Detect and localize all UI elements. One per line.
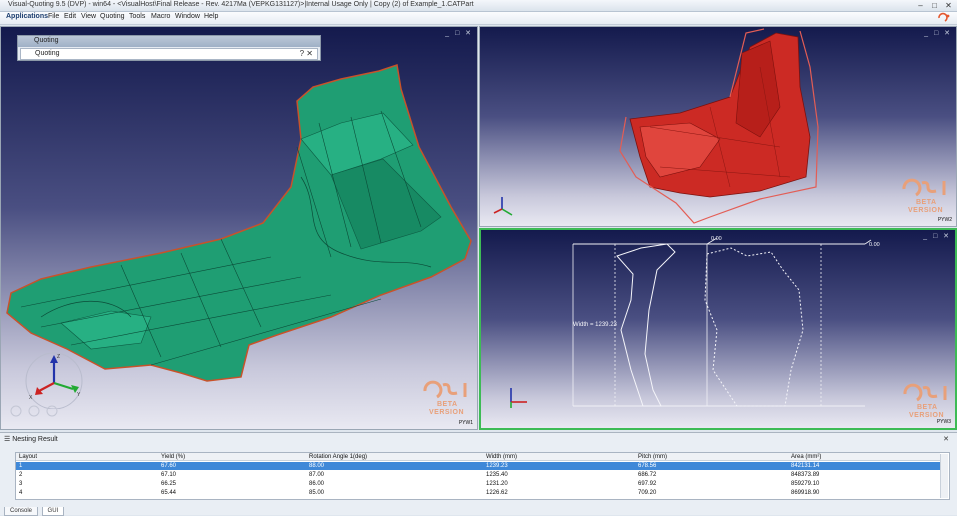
quoting-panel[interactable]: Quoting Quoting ? ✕: [17, 35, 321, 61]
menu-file[interactable]: File: [48, 13, 59, 20]
cell-yield: 65.44: [161, 490, 177, 496]
viewport-tag-right-top: PYW2: [937, 217, 952, 223]
menu-applications[interactable]: Applications: [6, 13, 48, 20]
menu-view[interactable]: View: [81, 13, 96, 20]
cell-yield: 67.60: [161, 463, 177, 469]
table-scrollbar[interactable]: [940, 454, 948, 498]
cell-pitch: 697.92: [638, 481, 657, 487]
cell-rotation: 85.00: [309, 490, 325, 496]
viewport-3d-right-top[interactable]: _ □ ✕ BETA VERSION PYW2: [479, 26, 957, 227]
dimension-top-right: 0.00: [869, 242, 880, 248]
watermark-version-text: VERSION: [429, 409, 465, 416]
watermark-beta-text: BETA: [917, 404, 938, 411]
nesting-result-table[interactable]: Layout Yield (%) Rotation Angle 1(deg) W…: [15, 452, 950, 500]
menu-bar: Applications File Edit View Quoting Tool…: [0, 12, 957, 25]
cell-rotation: 88.00: [309, 463, 325, 469]
watermark-beta-text: BETA: [916, 199, 937, 206]
cell-pitch: 678.56: [638, 463, 657, 469]
cell-layout: 2: [19, 472, 23, 478]
navigation-controls-icon[interactable]: [6, 397, 58, 423]
cell-yield: 67.10: [161, 472, 177, 478]
cell-area: 869918.90: [791, 490, 820, 496]
cell-width: 1231.20: [486, 481, 508, 487]
table-row[interactable]: 3 66.25 86.00 1231.20 697.92 859279.10: [16, 480, 940, 488]
nesting-layout-drawing[interactable]: 0.00 0.00 Width = 1239.23: [481, 230, 955, 428]
cell-layout: 3: [19, 481, 23, 487]
esi-watermark-logo-icon: [903, 383, 947, 402]
cell-layout: 4: [19, 490, 23, 496]
nesting-result-close-icon[interactable]: ✕: [943, 435, 949, 443]
nesting-result-title: ☰ Nesting Result: [4, 435, 58, 443]
menu-quoting[interactable]: Quoting: [100, 13, 125, 20]
minimize-button[interactable]: –: [914, 1, 927, 11]
watermark-beta-text: BETA: [437, 401, 458, 408]
table-row[interactable]: 1 67.60 88.00 1239.23 678.56 842131.14: [16, 462, 940, 471]
axis-triad-small[interactable]: [486, 191, 520, 221]
cell-area: 859279.10: [791, 481, 820, 487]
red-part-model[interactable]: [480, 27, 957, 227]
quoting-panel-row-label: Quoting: [35, 50, 60, 57]
col-header-layout[interactable]: Layout: [19, 453, 37, 461]
col-header-area[interactable]: Area (mm²): [791, 453, 821, 461]
cell-pitch: 686.72: [638, 472, 657, 478]
col-header-rotation[interactable]: Rotation Angle 1(deg): [309, 453, 367, 461]
cell-area: 842131.14: [791, 463, 820, 469]
cell-pitch: 709.20: [638, 490, 657, 496]
nesting-result-panel: ☰ Nesting Result ✕ Layout Yield (%) Rota…: [0, 432, 957, 516]
watermark-version-text: VERSION: [909, 412, 945, 419]
quoting-panel-row[interactable]: Quoting ? ✕: [20, 48, 318, 60]
cell-yield: 66.25: [161, 481, 177, 487]
col-header-pitch[interactable]: Pitch (mm): [638, 453, 667, 461]
nesting-width-label: Width = 1239.23: [573, 322, 618, 328]
axis-y-label: Y: [77, 392, 81, 398]
cell-width: 1239.23: [486, 463, 508, 469]
panel-close-icon[interactable]: ✕: [306, 49, 313, 58]
esi-watermark-logo-icon: [902, 178, 946, 197]
panel-menu-icon[interactable]: ☰: [4, 436, 10, 443]
cell-width: 1226.62: [486, 490, 508, 496]
menu-window[interactable]: Window: [175, 13, 200, 20]
viewport-3d-left[interactable]: _ □ ✕ Z Y X BETA VERSION PYW1: [0, 26, 478, 430]
watermark-version-text: VERSION: [908, 207, 944, 214]
cell-rotation: 87.00: [309, 472, 325, 478]
table-row[interactable]: 2 67.10 87.00 1235.40 686.72 848373.89: [16, 471, 940, 479]
menu-tools[interactable]: Tools: [129, 13, 145, 20]
dimension-top-left: 0.00: [711, 236, 722, 242]
esi-beta-watermark: BETA VERSION: [898, 175, 954, 221]
maximize-button[interactable]: □: [928, 1, 941, 11]
title-bar: Visual-Quoting 9.5 (DVP) - win64 - <Visu…: [0, 0, 957, 12]
cell-rotation: 86.00: [309, 481, 325, 487]
esi-logo-icon: [938, 12, 950, 22]
col-header-width[interactable]: Width (mm): [486, 453, 517, 461]
menu-macro[interactable]: Macro: [151, 13, 170, 20]
esi-beta-watermark: BETA VERSION: [419, 377, 475, 423]
nesting-result-title-text: Nesting Result: [12, 436, 58, 443]
quoting-panel-title[interactable]: Quoting: [18, 36, 320, 47]
esi-watermark-logo-icon: [423, 380, 467, 399]
close-button[interactable]: ✕: [942, 1, 955, 11]
menu-edit[interactable]: Edit: [64, 13, 76, 20]
axis-triad-small[interactable]: [499, 380, 533, 410]
table-header-row: Layout Yield (%) Rotation Angle 1(deg) W…: [16, 453, 940, 462]
viewport-nesting[interactable]: _ □ ✕ 0.00 0.00 Width = 1239.23 BETA VER…: [479, 228, 957, 430]
menu-help[interactable]: Help: [204, 13, 218, 20]
cell-area: 848373.89: [791, 472, 820, 478]
window-title: Visual-Quoting 9.5 (DVP) - win64 - <Visu…: [8, 1, 474, 8]
cell-width: 1235.40: [486, 472, 508, 478]
help-icon[interactable]: ?: [300, 49, 304, 58]
axis-z-label: Z: [57, 354, 60, 360]
viewport-tag-right-bottom: PYW3: [936, 419, 951, 425]
viewport-tag-left: PYW1: [458, 420, 473, 426]
bottom-tabs: Console GUI: [4, 504, 65, 516]
table-row[interactable]: 4 65.44 85.00 1226.62 709.20 869918.90: [16, 489, 940, 497]
col-header-yield[interactable]: Yield (%): [161, 453, 185, 461]
cell-layout: 1: [19, 463, 23, 469]
